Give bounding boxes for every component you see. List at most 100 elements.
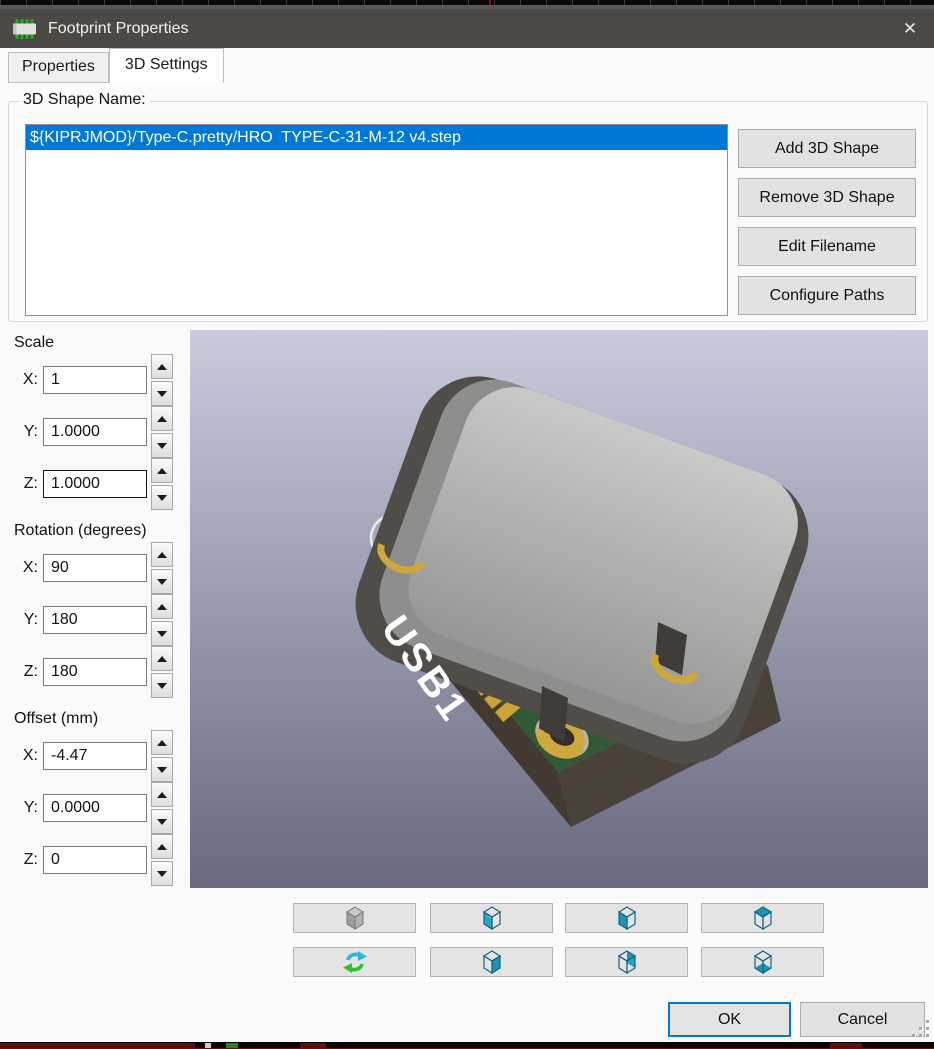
- spin-up-button[interactable]: [151, 730, 173, 755]
- spin-down-button[interactable]: [151, 673, 173, 698]
- offset-y-label: Y:: [12, 799, 38, 817]
- spin-up-button[interactable]: [151, 458, 173, 483]
- close-button[interactable]: ✕: [886, 9, 934, 48]
- arrow-down-icon: [157, 683, 167, 689]
- spin-down-button[interactable]: [151, 485, 173, 510]
- tab-bar: Properties 3D Settings: [8, 52, 224, 83]
- left-view-button[interactable]: [430, 903, 553, 933]
- shape-name-label: 3D Shape Name:: [19, 91, 150, 109]
- offset-section-label: Offset (mm): [14, 710, 190, 728]
- rotation-x-input[interactable]: [43, 554, 147, 582]
- cancel-button[interactable]: Cancel: [800, 1002, 925, 1037]
- scale-y-row: Y:: [0, 406, 190, 458]
- rotation-section-label: Rotation (degrees): [14, 522, 190, 540]
- rotation-z-input[interactable]: [43, 658, 147, 686]
- tab-properties[interactable]: Properties: [8, 52, 109, 83]
- background-pcb-strip: [0, 1042, 934, 1049]
- scale-x-spinner: [151, 354, 173, 406]
- arrow-up-icon: [157, 416, 167, 422]
- rotation-y-row: Y:: [0, 594, 190, 646]
- arrow-up-icon: [157, 364, 167, 370]
- spin-down-button[interactable]: [151, 809, 173, 834]
- scale-y-spinner: [151, 406, 173, 458]
- arrow-down-icon: [157, 391, 167, 397]
- offset-x-input[interactable]: [43, 742, 147, 770]
- back-view-button[interactable]: [565, 947, 688, 977]
- arrow-up-icon: [157, 656, 167, 662]
- rotate-update-view-button[interactable]: [293, 947, 416, 977]
- spin-down-button[interactable]: [151, 861, 173, 886]
- arrow-up-icon: [157, 844, 167, 850]
- spin-up-button[interactable]: [151, 354, 173, 379]
- offset-y-row: Y:: [0, 782, 190, 834]
- rotation-x-spinner: [151, 542, 173, 594]
- screen: Footprint Properties ✕ Properties 3D Set…: [0, 0, 934, 1049]
- scale-z-label: Z:: [12, 475, 38, 493]
- offset-z-spinner: [151, 834, 173, 886]
- offset-x-spinner: [151, 730, 173, 782]
- rotation-z-row: Z:: [0, 646, 190, 698]
- front-view-button[interactable]: [565, 903, 688, 933]
- offset-z-input[interactable]: [43, 846, 147, 874]
- spin-down-button[interactable]: [151, 569, 173, 594]
- arrow-up-icon: [157, 468, 167, 474]
- spin-up-button[interactable]: [151, 406, 173, 431]
- scale-y-input[interactable]: [43, 418, 147, 446]
- right-view-button[interactable]: [430, 947, 553, 977]
- top-face-cube-icon: [751, 905, 775, 931]
- footprint-properties-dialog: Properties 3D Settings 3D Shape Name: ${…: [0, 48, 934, 1042]
- scale-z-spinner: [151, 458, 173, 510]
- spin-down-button[interactable]: [151, 621, 173, 646]
- rotation-x-label: X:: [12, 559, 38, 577]
- footprint-app-icon: [12, 19, 38, 39]
- spin-down-button[interactable]: [151, 757, 173, 782]
- spin-down-button[interactable]: [151, 381, 173, 406]
- 3d-preview-viewport[interactable]: USB1: [190, 330, 928, 888]
- spin-down-button[interactable]: [151, 433, 173, 458]
- scale-x-input[interactable]: [43, 366, 147, 394]
- rotation-y-input[interactable]: [43, 606, 147, 634]
- bottom-face-cube-icon: [751, 949, 775, 975]
- remove-3d-shape-button[interactable]: Remove 3D Shape: [738, 178, 916, 217]
- offset-y-input[interactable]: [43, 794, 147, 822]
- arrow-down-icon: [157, 631, 167, 637]
- offset-x-row: X:: [0, 730, 190, 782]
- rotation-y-spinner: [151, 594, 173, 646]
- bottom-view-button[interactable]: [701, 947, 824, 977]
- add-3d-shape-button[interactable]: Add 3D Shape: [738, 129, 916, 168]
- window-title: Footprint Properties: [48, 20, 886, 38]
- arrow-up-icon: [157, 740, 167, 746]
- rotation-z-spinner: [151, 646, 173, 698]
- front-face-cube-icon: [615, 905, 639, 931]
- ok-button[interactable]: OK: [668, 1002, 791, 1037]
- right-face-cube-icon: [480, 949, 504, 975]
- shape-list[interactable]: ${KIPRJMOD}/Type-C.pretty/HRO TYPE-C-31-…: [25, 124, 728, 316]
- spin-up-button[interactable]: [151, 834, 173, 859]
- arrow-down-icon: [157, 443, 167, 449]
- rotation-z-label: Z:: [12, 663, 38, 681]
- arrow-up-icon: [157, 552, 167, 558]
- scale-z-input[interactable]: [43, 470, 147, 498]
- scale-x-label: X:: [12, 371, 38, 389]
- offset-z-label: Z:: [12, 851, 38, 869]
- tab-3d-settings[interactable]: 3D Settings: [109, 48, 224, 83]
- left-face-cube-icon: [480, 905, 504, 931]
- offset-y-spinner: [151, 782, 173, 834]
- shape-list-item[interactable]: ${KIPRJMOD}/Type-C.pretty/HRO TYPE-C-31-…: [26, 125, 727, 150]
- titlebar: Footprint Properties ✕: [0, 9, 934, 48]
- spin-up-button[interactable]: [151, 782, 173, 807]
- arrow-down-icon: [157, 579, 167, 585]
- resize-grip[interactable]: [912, 1020, 930, 1038]
- isometric-view-button[interactable]: [293, 903, 416, 933]
- edit-filename-button[interactable]: Edit Filename: [738, 227, 916, 266]
- spin-up-button[interactable]: [151, 594, 173, 619]
- back-face-cube-icon: [615, 949, 639, 975]
- spin-up-button[interactable]: [151, 542, 173, 567]
- spin-up-button[interactable]: [151, 646, 173, 671]
- scale-x-row: X:: [0, 354, 190, 406]
- rotate-arrows-icon: [342, 949, 368, 975]
- top-view-button[interactable]: [701, 903, 824, 933]
- arrow-down-icon: [157, 819, 167, 825]
- configure-paths-button[interactable]: Configure Paths: [738, 276, 916, 315]
- isometric-cube-icon: [343, 905, 367, 931]
